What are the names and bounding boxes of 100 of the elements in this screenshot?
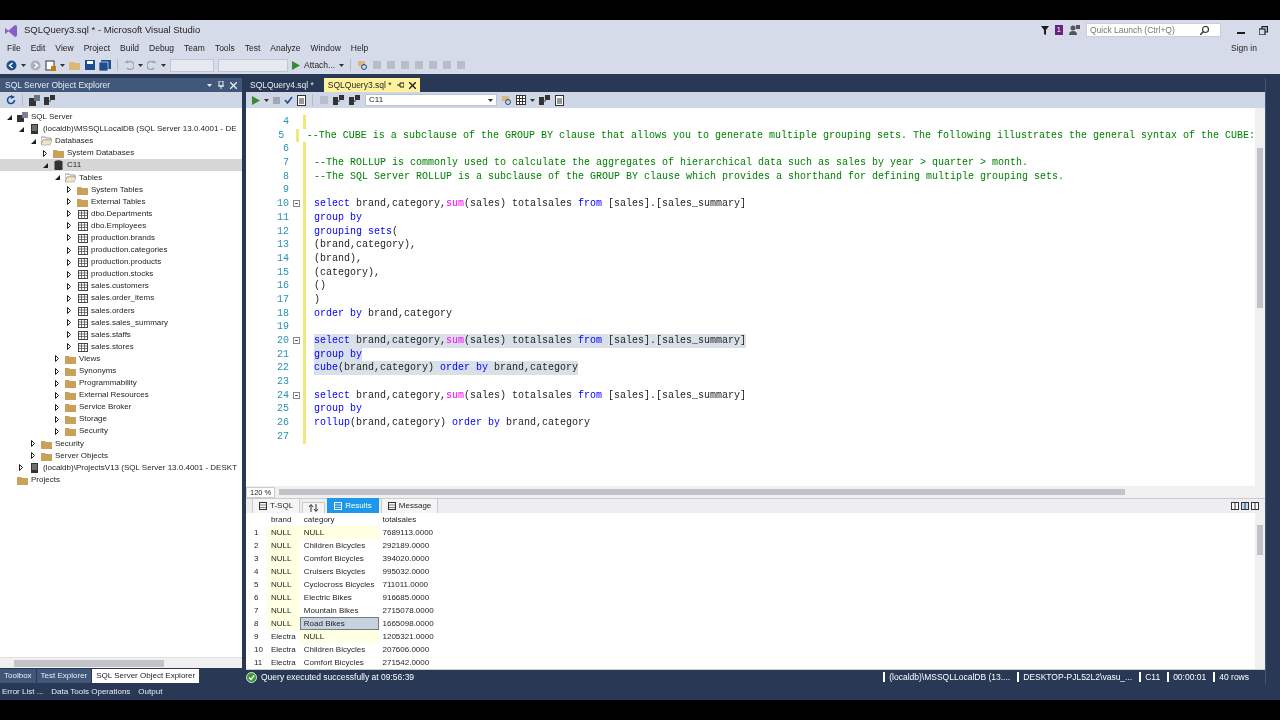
caret-icon[interactable]	[530, 98, 535, 102]
output-tab[interactable]: Output	[138, 686, 163, 698]
tree-item[interactable]: Security	[0, 437, 242, 450]
menu-item[interactable]: Analyze	[265, 41, 306, 55]
tree-item[interactable]: C11	[0, 159, 242, 172]
find-icon[interactable]	[357, 59, 369, 71]
column-header[interactable]: brand	[266, 513, 300, 526]
connect-icon[interactable]	[349, 95, 361, 105]
tree-item[interactable]: Databases	[0, 135, 242, 148]
caret-icon[interactable]	[21, 63, 26, 67]
tree-item[interactable]: sales.sales_summary	[0, 316, 242, 329]
panel-tab[interactable]: Test Explorer	[36, 669, 92, 683]
layout-icon[interactable]	[1251, 502, 1259, 510]
result-tab[interactable]: T-SQL	[252, 498, 301, 513]
collapsed-arrow-icon[interactable]	[55, 428, 59, 435]
caret-icon[interactable]	[161, 63, 166, 67]
tree-item[interactable]: Projects	[0, 473, 242, 486]
menu-item[interactable]: Debug	[144, 41, 180, 55]
horizontal-scrollbar[interactable]	[0, 657, 242, 668]
tree-item[interactable]: System Databases	[0, 147, 242, 160]
attach-button[interactable]: Attach...	[292, 58, 336, 72]
output-tab[interactable]: Error List ...	[2, 686, 44, 698]
collapsed-arrow-icon[interactable]	[67, 331, 71, 339]
document-icon[interactable]	[297, 94, 306, 106]
tree-item[interactable]: Programmability	[0, 377, 242, 390]
dropdown-caret-icon[interactable]	[207, 83, 212, 87]
expanded-arrow-icon[interactable]	[6, 114, 12, 120]
menu-item[interactable]: View	[50, 41, 79, 55]
collapsed-arrow-icon[interactable]	[31, 440, 35, 448]
document-tab[interactable]: SQLQuery4.sql *	[246, 78, 318, 92]
collapsed-arrow-icon[interactable]	[43, 149, 47, 157]
menu-item[interactable]: Project	[78, 41, 116, 55]
restore-icon[interactable]	[1259, 25, 1268, 35]
collapsed-arrow-icon[interactable]	[67, 234, 71, 242]
collapsed-arrow-icon[interactable]	[19, 464, 23, 472]
collapsed-arrow-icon[interactable]	[67, 246, 71, 254]
collapsed-arrow-icon[interactable]	[67, 210, 71, 218]
tree-item[interactable]: Views	[0, 352, 242, 365]
collapsed-arrow-icon[interactable]	[67, 198, 71, 206]
expanded-arrow-icon[interactable]	[42, 162, 48, 168]
menu-item[interactable]: Test	[239, 41, 266, 55]
connect-icon[interactable]	[333, 95, 345, 105]
person-icon[interactable]	[1069, 25, 1080, 35]
layout-icon[interactable]	[1231, 502, 1239, 510]
check-icon[interactable]	[284, 96, 293, 104]
grid-icon[interactable]	[516, 95, 526, 105]
collapsed-arrow-icon[interactable]	[67, 270, 71, 278]
caret-icon[interactable]	[264, 98, 269, 102]
document-icon[interactable]	[555, 94, 564, 106]
menu-item[interactable]: Edit	[25, 41, 51, 55]
expanded-arrow-icon[interactable]	[18, 126, 24, 132]
tree-item[interactable]: (localdb)\ProjectsV13 (SQL Server 13.0.4001 - DESKT	[0, 461, 242, 474]
menu-item[interactable]: Help	[345, 41, 374, 55]
collapsed-arrow-icon[interactable]	[55, 355, 59, 363]
horizontal-scrollbar[interactable]	[279, 489, 1125, 495]
tree-item[interactable]: Service Broker	[0, 401, 242, 414]
layout-icon[interactable]	[1241, 502, 1249, 510]
collapsed-arrow-icon[interactable]	[55, 391, 59, 399]
collapsed-arrow-icon[interactable]	[67, 282, 71, 290]
caret-icon[interactable]	[138, 63, 143, 67]
vertical-scrollbar[interactable]	[1255, 513, 1265, 669]
tree-item[interactable]: dbo.Employees	[0, 219, 242, 232]
save-icon[interactable]	[85, 60, 95, 70]
menu-item[interactable]: File	[2, 41, 26, 55]
tree-item[interactable]: production.brands	[0, 231, 242, 245]
collapse-box-icon[interactable]	[292, 337, 300, 345]
close-icon[interactable]	[408, 81, 416, 89]
result-tab[interactable]	[302, 502, 326, 513]
caret-icon[interactable]	[339, 63, 345, 67]
tree-item[interactable]: Synonyms	[0, 364, 242, 378]
menu-item[interactable]: Window	[305, 41, 346, 55]
pin-icon[interactable]	[396, 82, 404, 88]
panel-tab[interactable]: SQL Server Object Explorer	[92, 669, 200, 683]
back-circle-icon[interactable]	[6, 59, 17, 71]
tree-item[interactable]: SQL Server	[0, 111, 242, 124]
collapsed-arrow-icon[interactable]	[67, 319, 71, 327]
tree-item[interactable]: Tables	[0, 171, 242, 184]
tree-item[interactable]: production.categories	[0, 244, 242, 257]
connect-icon[interactable]	[44, 95, 56, 105]
panel-tab[interactable]: Toolbox	[0, 669, 36, 683]
collapsed-arrow-icon[interactable]	[67, 343, 71, 351]
menu-item[interactable]: Build	[115, 41, 144, 55]
tree-item[interactable]: dbo.Departments	[0, 207, 242, 220]
column-header[interactable]: category	[299, 513, 379, 526]
vertical-scrollbar[interactable]	[1255, 108, 1265, 486]
tree-item[interactable]: sales.orders	[0, 304, 242, 317]
collapsed-arrow-icon[interactable]	[67, 307, 71, 315]
column-header[interactable]: totalsales	[378, 513, 438, 526]
expanded-arrow-icon[interactable]	[30, 138, 36, 144]
caret-icon[interactable]	[60, 63, 65, 67]
tree-item[interactable]: sales.staffs	[0, 328, 242, 341]
tree-item[interactable]: External Tables	[0, 195, 242, 208]
database-dropdown[interactable]: C11	[365, 94, 497, 106]
tree-item[interactable]: sales.customers	[0, 280, 242, 293]
tree-item[interactable]: External Resources	[0, 389, 242, 402]
collapsed-arrow-icon[interactable]	[55, 367, 59, 375]
find-icon[interactable]	[501, 94, 512, 106]
collapsed-arrow-icon[interactable]	[55, 415, 59, 423]
filter-icon[interactable]	[1040, 25, 1049, 35]
server-icon[interactable]	[29, 94, 40, 106]
